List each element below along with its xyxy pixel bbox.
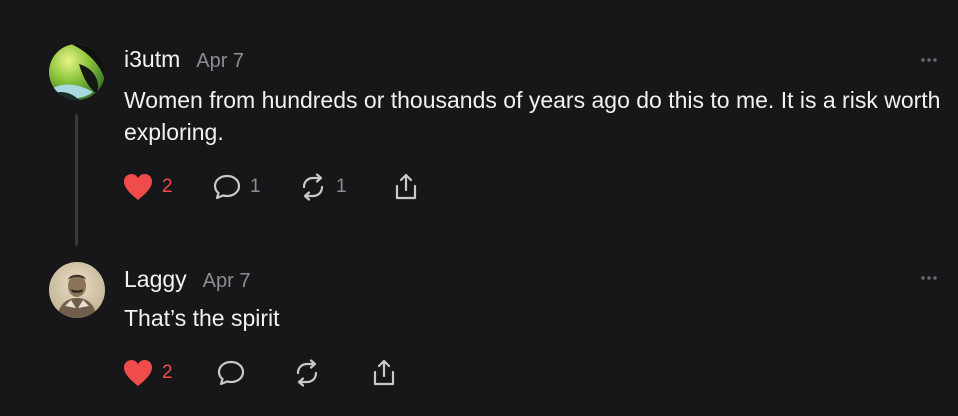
heart-icon [124, 174, 152, 200]
like-count: 2 [162, 176, 173, 197]
timestamp: Apr 7 [202, 270, 251, 292]
share-button[interactable] [392, 170, 420, 204]
reply-button[interactable]: 1 [212, 170, 261, 204]
avatar[interactable] [49, 262, 105, 318]
thread-line [75, 114, 78, 246]
username[interactable]: i3utm [124, 46, 180, 73]
repost-button[interactable] [292, 356, 322, 390]
more-options-icon[interactable] [919, 50, 939, 70]
comment-meta: i3utm Apr 7 [124, 46, 244, 73]
repost-icon [302, 173, 324, 201]
share-button[interactable] [370, 356, 398, 390]
comment-text: That’s the spirit [124, 305, 280, 331]
reply-count: 1 [250, 176, 261, 197]
share-icon [373, 359, 395, 386]
like-count: 2 [162, 362, 173, 383]
more-options-icon[interactable] [919, 268, 939, 288]
avatar-image [49, 262, 105, 318]
reply-button[interactable] [216, 356, 246, 390]
repost-count: 1 [336, 176, 347, 197]
repost-button[interactable]: 1 [298, 170, 347, 204]
speech-bubble-icon [213, 174, 241, 200]
comment-meta: Laggy Apr 7 [124, 266, 250, 293]
speech-bubble-icon [217, 360, 245, 386]
comment-text: Women from hundreds or thousands of year… [124, 87, 941, 145]
timestamp: Apr 7 [196, 50, 245, 72]
avatar-image [49, 44, 105, 100]
share-icon [395, 173, 417, 200]
like-button[interactable]: 2 [122, 170, 173, 204]
repost-icon [296, 359, 318, 387]
avatar[interactable] [49, 44, 105, 100]
comment-item: i3utm Apr 7 Women from hundreds or thous… [0, 0, 958, 250]
like-button[interactable]: 2 [122, 356, 173, 390]
comment-item: Laggy Apr 7 That’s the spirit 2 [0, 250, 958, 416]
username[interactable]: Laggy [124, 266, 187, 293]
heart-icon [124, 360, 152, 386]
